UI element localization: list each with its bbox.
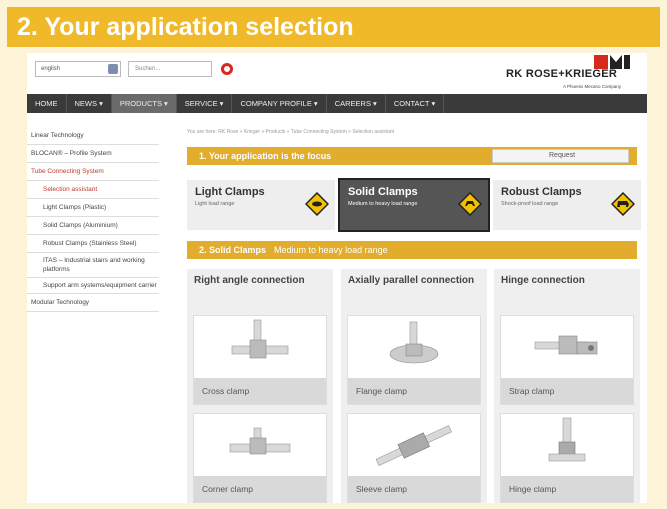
nav-contact[interactable]: CONTACT ▾	[386, 94, 445, 113]
nav-service[interactable]: SERVICE ▾	[177, 94, 233, 113]
product-label: Sleeve clamp	[348, 476, 480, 502]
step2-bar: 2. Solid Clamps Medium to heavy load rang…	[187, 241, 637, 259]
sidebar-item-modular-technology[interactable]: Modular Technology	[27, 294, 159, 312]
clamp-option-solid[interactable]: Solid Clamps Medium to heavy load range	[338, 178, 490, 232]
sidebar-item-blocan[interactable]: BLOCAN® – Profile System	[27, 145, 159, 163]
banner-title: 2. Your application selection	[7, 7, 660, 47]
cross-clamp-image	[231, 319, 289, 359]
sidebar-item-light-clamps[interactable]: Light Clamps (Plastic)	[27, 199, 159, 217]
hinge-clamp-image	[548, 417, 586, 462]
column-axially-parallel: Axially parallel connection Flange clamp…	[341, 269, 487, 503]
column-hinge: Hinge connection Strap clamp Hinge clamp	[494, 269, 640, 503]
sidebar-item-support-arm[interactable]: Support arm systems/equipment carrier	[27, 278, 159, 294]
warning-sign-icon	[611, 192, 635, 216]
sidebar-item-tube-connecting-system[interactable]: Tube Connecting System	[27, 163, 159, 181]
sidebar-item-itas[interactable]: ITAS – Industrial stairs and working pla…	[27, 253, 159, 278]
column-heading: Right angle connection	[194, 275, 305, 286]
request-button[interactable]: Request	[492, 149, 629, 163]
sidebar-item-solid-clamps[interactable]: Solid Clamps (Aluminium)	[27, 217, 159, 235]
product-label: Flange clamp	[348, 378, 480, 404]
search-input[interactable]: Suchen...	[128, 61, 212, 77]
logo-subtext: A Phoenix Mecano Company	[563, 84, 622, 89]
nav-products[interactable]: PRODUCTS ▾	[111, 94, 177, 113]
nav-home[interactable]: HOME	[27, 94, 67, 113]
logo-text: RK ROSE+KRIEGER	[506, 68, 618, 80]
product-label: Cross clamp	[194, 378, 326, 404]
main-nav: HOME NEWS ▾ PRODUCTS ▾ SERVICE ▾ COMPANY…	[27, 94, 647, 113]
nav-news[interactable]: NEWS ▾	[67, 94, 112, 113]
sidebar: Linear Technology BLOCAN® – Profile Syst…	[27, 127, 159, 312]
sleeve-clamp-image	[375, 425, 452, 467]
language-select[interactable]: english	[35, 61, 121, 77]
chevron-down-icon	[108, 64, 118, 74]
product-card-corner-clamp[interactable]: Corner clamp	[193, 413, 327, 503]
language-value: english	[41, 66, 61, 72]
product-label: Hinge clamp	[501, 476, 633, 502]
warning-sign-icon	[458, 192, 482, 216]
column-right-angle: Right angle connection Cross clamp Corne…	[187, 269, 333, 503]
product-card-cross-clamp[interactable]: Cross clamp	[193, 315, 327, 405]
product-card-strap-clamp[interactable]: Strap clamp	[500, 315, 634, 405]
breadcrumb: You are here: RK Rose + Krieger » Produc…	[187, 129, 395, 135]
product-label: Corner clamp	[194, 476, 326, 502]
clamp-option-robust[interactable]: Robust Clamps Shock-proof load range	[493, 180, 641, 230]
step1-title: 1. Your application is the focus	[199, 151, 332, 161]
nav-careers[interactable]: CAREERS ▾	[327, 94, 386, 113]
sidebar-item-linear-technology[interactable]: Linear Technology	[27, 127, 159, 145]
warning-sign-icon	[305, 192, 329, 216]
product-card-flange-clamp[interactable]: Flange clamp	[347, 315, 481, 405]
nav-company-profile[interactable]: COMPANY PROFILE ▾	[232, 94, 327, 113]
sidebar-item-selection-assistant[interactable]: Selection assistant	[27, 181, 159, 199]
request-label: Request	[549, 152, 576, 159]
product-label: Strap clamp	[501, 378, 633, 404]
corner-clamp-image	[229, 427, 291, 455]
website-screenshot: english Suchen... RK ROSE+KRIEGER A Phoe…	[27, 53, 647, 503]
column-heading: Axially parallel connection	[348, 275, 475, 286]
step2-subtitle: Medium to heavy load range	[274, 245, 388, 255]
flange-clamp-image	[389, 321, 439, 364]
step2-title: 2. Solid Clamps	[199, 245, 267, 255]
strap-clamp-image	[534, 335, 598, 355]
clamp-option-light[interactable]: Light Clamps Light load range	[187, 180, 335, 230]
step1-bar: 1. Your application is the focus Request	[187, 147, 637, 165]
search-go-icon[interactable]	[221, 63, 233, 75]
column-heading: Hinge connection	[501, 275, 585, 286]
product-card-hinge-clamp[interactable]: Hinge clamp	[500, 413, 634, 503]
sidebar-item-robust-clamps[interactable]: Robust Clamps (Stainless Steel)	[27, 235, 159, 253]
product-card-sleeve-clamp[interactable]: Sleeve clamp	[347, 413, 481, 503]
